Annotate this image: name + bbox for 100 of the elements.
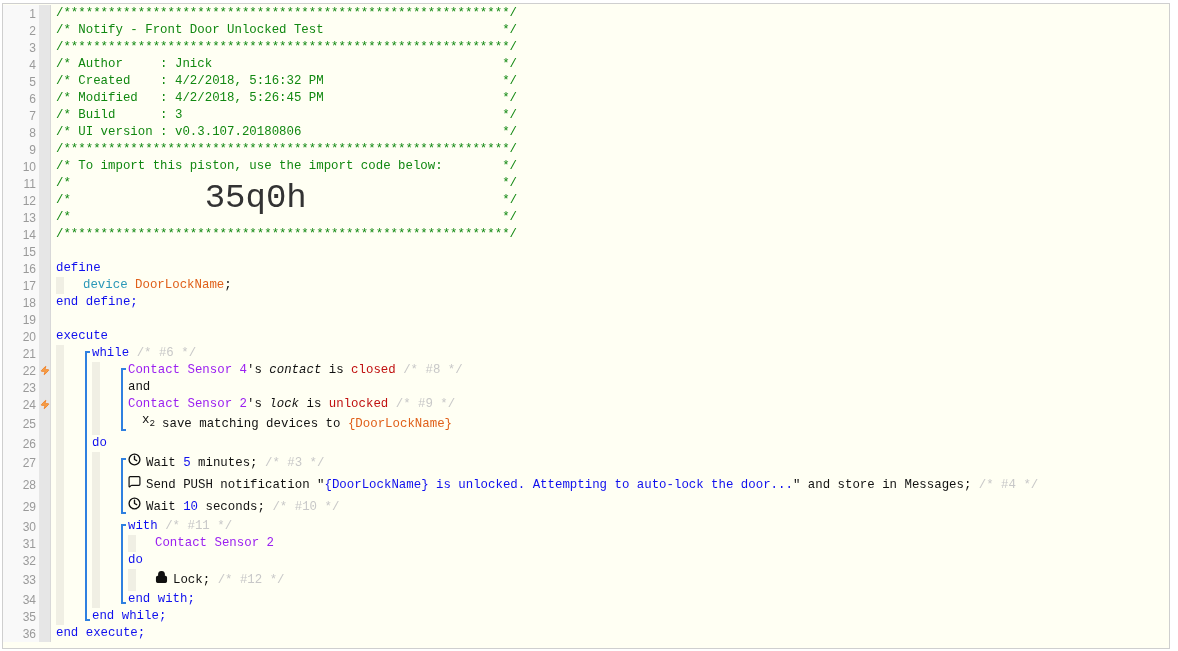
line-number: 33: [3, 569, 39, 591]
line-number: 29: [3, 496, 39, 518]
line-number: 3: [3, 39, 39, 56]
comment: */: [502, 158, 517, 176]
line-number: 23: [3, 379, 39, 396]
line-number: 8: [3, 124, 39, 141]
line-number: 26: [3, 435, 39, 452]
comment: /*: [56, 192, 72, 210]
comment: /************************************************************/: [56, 39, 517, 57]
line-number: 1: [3, 5, 39, 22]
line-number: 24: [3, 396, 39, 413]
type-keyword: device: [83, 277, 129, 295]
code-text: 's: [247, 362, 263, 380]
keyword: while: [92, 345, 131, 363]
comment: /************************************************************/: [56, 226, 517, 244]
comment: */: [502, 175, 517, 193]
number-value: 10: [183, 499, 199, 517]
save-glyph: x$_{2}$: [142, 412, 155, 430]
comment: */: [502, 107, 517, 125]
line-number: 36: [3, 625, 39, 642]
clock-icon: [128, 497, 141, 510]
line-number: 4: [3, 56, 39, 73]
value-text: unlocked: [328, 396, 389, 414]
keyword: end execute;: [56, 625, 146, 643]
comment: /* Notify - Front Door Unlocked Test: [56, 22, 325, 40]
keyword: with: [128, 518, 159, 536]
line-number: 31: [3, 535, 39, 552]
line-number: 27: [3, 452, 39, 474]
comment: /* Build : 3: [56, 107, 184, 125]
code-text: " and store in Messages;: [792, 477, 973, 495]
comment: /* To import this piston, use the import code below:: [56, 158, 444, 176]
comment: */: [502, 209, 517, 227]
line-number: 2: [3, 22, 39, 39]
line-number: 5: [3, 73, 39, 90]
line-number: 11: [3, 175, 39, 192]
line-number: 18: [3, 294, 39, 311]
line-number: 21: [3, 345, 39, 362]
code-text: is: [327, 362, 345, 380]
device-name: Contact Sensor 4: [128, 362, 247, 380]
comment: */: [502, 56, 517, 74]
code-text: minutes;: [197, 455, 259, 473]
keyword: execute: [56, 328, 109, 346]
lock-icon: [155, 570, 168, 584]
device-name: Contact Sensor 2: [128, 396, 247, 414]
code-text: seconds;: [204, 499, 266, 517]
keyword: do: [128, 552, 143, 570]
keyword: end while;: [92, 608, 167, 626]
code-text: is: [305, 396, 323, 414]
line-number: 35: [3, 608, 39, 625]
variable-name: DoorLockName: [135, 277, 225, 295]
comment: */: [502, 124, 517, 142]
comment: /* Created : 4/2/2018, 5:16:32 PM: [56, 73, 325, 91]
line-number: 14: [3, 226, 39, 243]
comment: /* Author : Jnick: [56, 56, 214, 74]
variable-name: {DoorLockName}: [347, 416, 452, 434]
line-number: 34: [3, 591, 39, 608]
line-number: 20: [3, 328, 39, 345]
code-text: ;: [224, 277, 232, 295]
comment: */: [502, 90, 517, 108]
comment: */: [502, 192, 518, 210]
speech-bubble-icon: [128, 475, 141, 488]
line-number: 7: [3, 107, 39, 124]
line-number: 28: [3, 474, 39, 496]
line-number: 6: [3, 90, 39, 107]
line-number: 12: [3, 192, 39, 209]
string-value: {DoorLockName} is unlocked. Attempting to auto-lock the door...: [324, 477, 793, 495]
keyword: end with;: [128, 591, 195, 609]
attribute-name: contact: [269, 362, 322, 380]
comment: */: [502, 73, 517, 91]
line-number: 32: [3, 552, 39, 569]
line-number: 19: [3, 311, 39, 328]
code-text: save matching devices to: [162, 416, 342, 434]
line-number: 16: [3, 260, 39, 277]
line-number: 22: [3, 362, 39, 379]
comment: /* Modified : 4/2/2018, 5:26:45 PM: [56, 90, 325, 108]
value-text: closed: [351, 362, 396, 380]
line-number: 25: [3, 413, 39, 435]
import-code: 35q0h: [204, 178, 307, 217]
clock-icon: [128, 453, 141, 466]
comment: /*: [56, 175, 72, 193]
device-name: Contact Sensor 2: [155, 535, 274, 553]
code-text: 's: [247, 396, 263, 414]
keyword: define: [56, 260, 101, 278]
comment: /************************************************************/: [56, 141, 517, 159]
code-text: and: [128, 379, 151, 397]
line-number: 30: [3, 518, 39, 535]
number-value: 5: [183, 455, 191, 473]
comment: /************************************************************/: [56, 5, 517, 23]
attribute-name: lock: [269, 396, 300, 414]
comment: /* UI version : v0.3.107.20180806: [56, 124, 303, 142]
line-number: 13: [3, 209, 39, 226]
comment: /*: [56, 209, 72, 227]
code-text: Wait: [146, 455, 177, 473]
code-text: Lock;: [173, 572, 212, 590]
line-number: 10: [3, 158, 39, 175]
comment: */: [502, 22, 517, 40]
keyword: end define;: [56, 294, 138, 312]
code-text: Send PUSH notification ": [146, 477, 325, 495]
line-number: 17: [3, 277, 39, 294]
keyword: do: [92, 435, 107, 453]
